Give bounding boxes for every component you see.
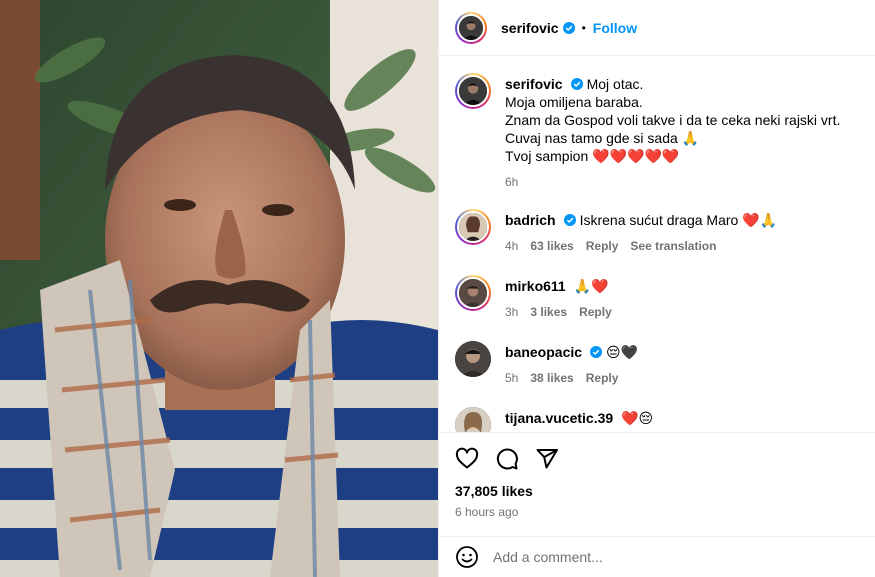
paper-plane-icon[interactable]: [535, 447, 559, 471]
comment-text: 😔🖤: [606, 344, 639, 360]
commenter-username[interactable]: tijana.vucetic.39: [505, 410, 613, 426]
comment-text: Iskrena sućut draga Maro ❤️🙏: [579, 212, 778, 228]
smiley-icon[interactable]: [455, 545, 479, 569]
comment-meta: 4h 63 likes Reply See translation: [505, 237, 859, 255]
verified-badge-icon: [563, 214, 576, 226]
reply-button[interactable]: Reply: [586, 237, 619, 255]
verified-badge-icon: [590, 346, 603, 358]
post-timestamp[interactable]: 6 hours ago: [439, 499, 875, 519]
header-separator: •: [581, 20, 586, 35]
caption: serifovic Moj otac. Moja omiljena baraba.…: [455, 73, 859, 191]
comment-likes[interactable]: 38 likes: [530, 369, 573, 387]
post-photo[interactable]: [0, 0, 438, 577]
action-bar: [439, 433, 875, 479]
comment-item: badrich Iskrena sućut draga Maro ❤️🙏 4h 6…: [455, 209, 859, 255]
follow-button[interactable]: Follow: [593, 20, 637, 36]
post-image-illustration: [0, 0, 438, 577]
comment-likes[interactable]: 3 likes: [530, 303, 567, 321]
commenter-avatar[interactable]: [455, 209, 491, 245]
caption-body: serifovic Moj otac. Moja omiljena baraba.…: [505, 73, 859, 191]
post-header: serifovic • Follow: [439, 0, 875, 56]
author-username[interactable]: serifovic: [501, 20, 559, 36]
caption-line-5: Tvoj sampion ❤️❤️❤️❤️❤️: [505, 148, 680, 164]
comments-list[interactable]: serifovic Moj otac. Moja omiljena baraba.…: [439, 57, 875, 432]
caption-line-2: Moja omiljena baraba.: [505, 94, 643, 110]
caption-line-1: Moj otac.: [586, 76, 644, 92]
commenter-avatar[interactable]: [455, 407, 491, 432]
heart-outline-icon[interactable]: [455, 447, 479, 471]
reply-button[interactable]: Reply: [586, 369, 619, 387]
comment-likes[interactable]: 63 likes: [530, 237, 573, 255]
commenter-avatar[interactable]: [455, 275, 491, 311]
commenter-username[interactable]: mirko611: [505, 278, 566, 294]
comment-bubble-icon[interactable]: [495, 447, 519, 471]
caption-time[interactable]: 6h: [505, 173, 518, 191]
likes-count[interactable]: 37,805 likes: [439, 479, 875, 499]
comment-meta: 5h 38 likes Reply: [505, 369, 859, 387]
comment-time[interactable]: 3h: [505, 303, 518, 321]
comment-time[interactable]: 5h: [505, 369, 518, 387]
caption-line-3: Znam da Gospod voli takve i da te ceka n…: [505, 112, 841, 128]
comment-input[interactable]: [493, 549, 875, 565]
verified-badge-icon: [570, 78, 583, 90]
add-comment-bar: [439, 536, 875, 577]
caption-meta: 6h: [505, 173, 859, 191]
post-details-panel: serifovic • Follow serifovic Moj otac. Mo…: [438, 0, 875, 577]
caption-username[interactable]: serifovic: [505, 76, 563, 92]
post-actions-area: 37,805 likes 6 hours ago: [439, 432, 875, 519]
caption-author-avatar[interactable]: [455, 73, 491, 109]
comment-item: tijana.vucetic.39 ❤️😔: [455, 407, 859, 432]
verified-badge-icon: [562, 21, 575, 34]
comment-meta: 3h 3 likes Reply: [505, 303, 859, 321]
commenter-username[interactable]: badrich: [505, 212, 556, 228]
author-avatar[interactable]: [455, 11, 487, 44]
comment-text: 🙏❤️: [573, 278, 609, 294]
comment-item: baneopacic 😔🖤 5h 38 likes Reply: [455, 341, 859, 387]
comment-item: mirko611 🙏❤️ 3h 3 likes Reply: [455, 275, 859, 321]
comment-time[interactable]: 4h: [505, 237, 518, 255]
caption-line-4: Cuvaj nas tamo gde si sada 🙏: [505, 130, 700, 146]
reply-button[interactable]: Reply: [579, 303, 612, 321]
commenter-avatar[interactable]: [455, 341, 491, 377]
see-translation-link[interactable]: See translation: [630, 237, 716, 255]
commenter-username[interactable]: baneopacic: [505, 344, 582, 360]
comment-text: ❤️😔: [621, 410, 654, 426]
